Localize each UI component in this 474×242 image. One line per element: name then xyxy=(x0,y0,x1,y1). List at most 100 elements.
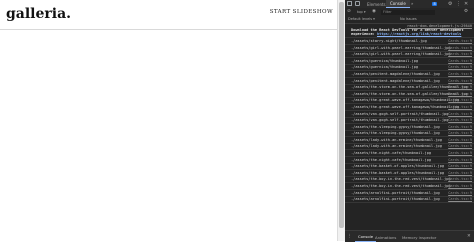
console-log-line: ./assets/lady-with-an-ermine/thumbnail.j… xyxy=(345,137,474,144)
console-log-line: ./assets/the-sleeping-gypsy/thumbnail.jp… xyxy=(345,124,474,131)
drawer-close-icon[interactable]: ✕ xyxy=(467,234,471,239)
scrollbar-thumb[interactable] xyxy=(339,2,344,228)
console-log-line: ./assets/penitent-magdalene/thumbnail.jp… xyxy=(345,71,474,78)
device-toolbar-icon[interactable] xyxy=(355,1,360,6)
console-log-line: ./assets/van-gogh-self-portrait/thumbnai… xyxy=(345,118,474,125)
log-message-text: ./assets/the-night-cafe/thumbnail.jpg xyxy=(351,157,432,162)
drawer-tab-memory-inspector[interactable]: Memory inspector xyxy=(402,235,436,240)
log-message-text: ./assets/the-basket-of-apples/thumbnail.… xyxy=(351,164,445,169)
log-source-link[interactable]: Cards.tsx:9 xyxy=(448,197,472,201)
log-message-text: ./assets/the-boy-in-the-red-vest/thumbna… xyxy=(351,177,451,182)
console-log-line: ./assets/girl-with-pearl-earring/thumbna… xyxy=(345,52,474,59)
page-scrollbar[interactable] xyxy=(337,0,345,241)
log-source-link[interactable]: Cards.tsx:9 xyxy=(448,52,472,56)
filter-input[interactable] xyxy=(381,9,435,15)
log-source-link[interactable]: Cards.tsx:9 xyxy=(448,191,472,195)
live-expression-eye-icon[interactable]: ◉ xyxy=(372,9,376,14)
drawer-menu-icon[interactable]: ⋮ xyxy=(347,234,352,239)
console-log-line: ./assets/guernica/thumbnail.jpg Cards.tsx… xyxy=(345,65,474,72)
console-log-line: ./assets/van-gogh-self-portrait/thumbnai… xyxy=(345,111,474,118)
console-log-area[interactable]: react-dom.development.js:29840 Download … xyxy=(345,23,474,230)
log-message-text: ./assets/lady-with-an-ermine/thumbnail.j… xyxy=(351,137,442,142)
log-message-text: ./assets/guernica/thumbnail.jpg xyxy=(351,58,419,63)
clear-console-icon[interactable]: ⊘ xyxy=(347,9,351,14)
issues-badge[interactable]: 8 xyxy=(432,1,438,6)
log-message-text: ./assets/girl-with-pearl-earring/thumbna… xyxy=(351,45,451,50)
log-message-text: ./assets/the-great-wave-off-kanagawa/thu… xyxy=(351,104,460,109)
console-log-line: ./assets/starry-night/thumbnail.jpg Cards… xyxy=(345,38,474,45)
log-message-text: ./assets/the-sleeping-gypsy/thumbnail.jp… xyxy=(351,131,440,136)
tab-console[interactable]: Console xyxy=(386,0,410,8)
log-source-link[interactable]: Cards.tsx:9 xyxy=(448,171,472,175)
log-message-text: ./assets/girl-with-pearl-earring/thumbna… xyxy=(351,52,451,57)
log-levels-select[interactable]: Default levels ▾ xyxy=(348,17,375,21)
log-source-link[interactable]: Cards.tsx:9 xyxy=(448,85,472,89)
log-source-link[interactable]: Cards.tsx:9 xyxy=(448,177,472,181)
more-tabs-icon[interactable]: » xyxy=(411,1,413,6)
console-message-list: ./assets/starry-night/thumbnail.jpg Cards… xyxy=(345,38,474,204)
log-message-text: ./assets/van-gogh-self-portrait/thumbnai… xyxy=(351,118,449,123)
log-source-link[interactable]: Cards.tsx:9 xyxy=(448,164,472,168)
log-message-text: ./assets/starry-night/thumbnail.jpg xyxy=(351,38,427,43)
log-source-link[interactable]: Cards.tsx:9 xyxy=(448,144,472,148)
console-log-line: ./assets/the-basket-of-apples/thumbnail.… xyxy=(345,170,474,177)
log-message-text: ./assets/the-great-wave-off-kanagawa/thu… xyxy=(351,98,460,103)
context-select[interactable]: top ▾ xyxy=(357,10,366,14)
log-source-link[interactable]: Cards.tsx:9 xyxy=(448,118,472,122)
console-log-line: ./assets/the-night-cafe/thumbnail.jpg Car… xyxy=(345,157,474,164)
log-source-link[interactable]: Cards.tsx:9 xyxy=(448,65,472,69)
console-message: react-dom.development.js:29840 Download … xyxy=(345,23,474,39)
react-devtools-link[interactable]: https://reactjs.org/link/react-devtools xyxy=(377,32,461,36)
log-message-text: ./assets/lady-with-an-ermine/thumbnail.j… xyxy=(351,144,442,149)
log-source-link[interactable]: Cards.tsx:9 xyxy=(448,131,472,135)
drawer-tab-animations[interactable]: Animations xyxy=(375,235,396,240)
console-log-line: ./assets/the-great-wave-off-kanagawa/thu… xyxy=(345,98,474,105)
log-source-link[interactable]: Cards.tsx:9 xyxy=(448,59,472,63)
log-message-text: ./assets/guernica/thumbnail.jpg xyxy=(351,65,419,70)
close-icon[interactable]: ✕ xyxy=(464,1,468,7)
settings-icon[interactable]: ⚙ xyxy=(448,1,452,7)
inspect-element-icon[interactable] xyxy=(347,1,352,6)
issues-count[interactable]: No Issues xyxy=(400,17,417,21)
console-log-line: ./assets/the-boy-in-the-red-vest/thumbna… xyxy=(345,177,474,184)
log-source-link[interactable]: Cards.tsx:9 xyxy=(448,105,472,109)
log-source-link[interactable]: Cards.tsx:9 xyxy=(448,79,472,83)
tab-elements[interactable]: Elements xyxy=(367,2,386,7)
log-source-link[interactable]: Cards.tsx:9 xyxy=(448,184,472,188)
devtools-drawer-bar: ⋮ Console Animations Memory inspector ✕ xyxy=(345,230,474,242)
log-source-link[interactable]: Cards.tsx:9 xyxy=(448,92,472,96)
header-divider xyxy=(0,29,337,30)
start-slideshow-link[interactable]: START SLIDESHOW xyxy=(270,9,333,15)
log-message-text: ./assets/the-boy-in-the-red-vest/thumbna… xyxy=(351,184,451,189)
log-source-link[interactable]: Cards.tsx:9 xyxy=(448,112,472,116)
console-log-line: ./assets/arnolfini-portrait/thumbnail.jp… xyxy=(345,197,474,204)
console-log-line: ./assets/the-great-wave-off-kanagawa/thu… xyxy=(345,104,474,111)
brand-logo[interactable]: galleria. xyxy=(6,6,71,22)
console-settings-icon[interactable]: ⚙ xyxy=(464,9,468,14)
log-source-link[interactable]: Cards.tsx:9 xyxy=(448,39,472,43)
console-log-line: ./assets/the-storm-on-the-sea-of-galilee… xyxy=(345,85,474,92)
page-viewport: galleria. START SLIDESHOW xyxy=(0,0,337,241)
log-message-text: ./assets/arnolfini-portrait/thumbnail.jp… xyxy=(351,190,440,195)
log-message-text: ./assets/van-gogh-self-portrait/thumbnai… xyxy=(351,111,449,116)
log-source-link[interactable]: Cards.tsx:9 xyxy=(448,158,472,162)
console-log-line: ./assets/girl-with-pearl-earring/thumbna… xyxy=(345,45,474,52)
log-message-text: ./assets/the-basket-of-apples/thumbnail.… xyxy=(351,170,445,175)
log-source-link[interactable]: Cards.tsx:9 xyxy=(448,125,472,129)
log-source-link[interactable]: Cards.tsx:9 xyxy=(448,151,472,155)
log-source-link[interactable]: Cards.tsx:9 xyxy=(448,98,472,102)
log-source-link[interactable]: Cards.tsx:9 xyxy=(448,138,472,142)
log-message-text: ./assets/penitent-magdalene/thumbnail.jp… xyxy=(351,78,440,83)
console-log-line: ./assets/the-sleeping-gypsy/thumbnail.jp… xyxy=(345,131,474,138)
log-source-link[interactable]: Cards.tsx:9 xyxy=(448,46,472,50)
log-source-link[interactable]: react-dom.development.js:29840 xyxy=(407,24,472,28)
log-message-text: ./assets/the-night-cafe/thumbnail.jpg xyxy=(351,151,432,156)
log-message-text: ./assets/arnolfini-portrait/thumbnail.jp… xyxy=(351,197,440,202)
log-message-text: ./assets/penitent-magdalene/thumbnail.jp… xyxy=(351,71,440,76)
log-source-link[interactable]: Cards.tsx:9 xyxy=(448,72,472,76)
kebab-menu-icon[interactable]: ⋮ xyxy=(456,1,461,7)
console-log-line: ./assets/penitent-magdalene/thumbnail.jp… xyxy=(345,78,474,85)
console-log-line: ./assets/the-night-cafe/thumbnail.jpg Car… xyxy=(345,150,474,158)
devtools-panel: Elements Console » 8 ⚙ ⋮ ✕ ⊘ top ▾ ◉ ⚙ D… xyxy=(345,0,474,242)
console-log-line: ./assets/the-storm-on-the-sea-of-galilee… xyxy=(345,91,474,98)
